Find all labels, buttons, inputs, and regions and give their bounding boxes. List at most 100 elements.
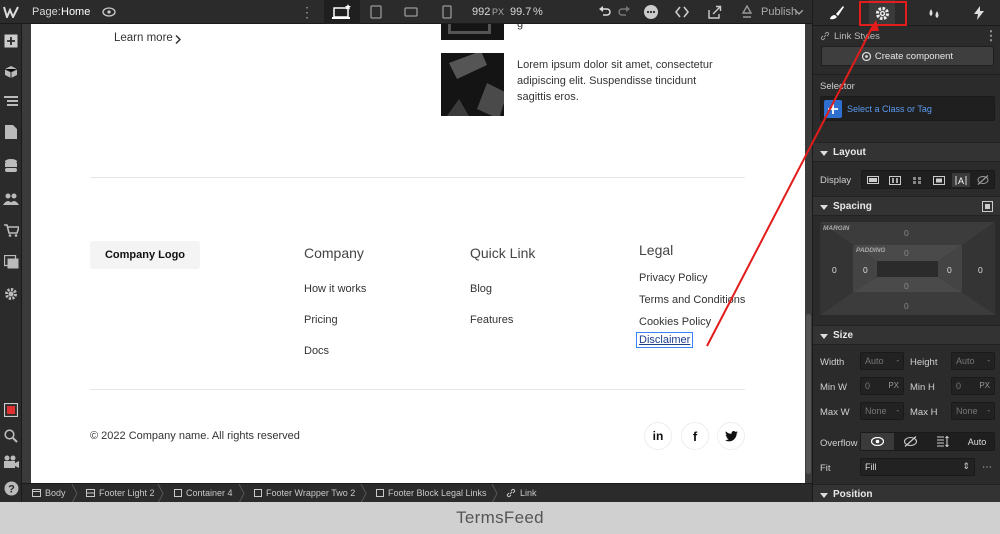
width-input[interactable]: Auto - [860,352,904,370]
footer-link-blog[interactable]: Blog [470,283,492,295]
assets-images-icon[interactable] [3,254,19,270]
footer-link-cookies-policy[interactable]: Cookies Policy [639,316,711,328]
publish-chevron-down-icon[interactable] [795,9,803,15]
min-height-unit: PX [979,381,990,390]
display-none-icon[interactable] [974,173,992,187]
settings-gear-icon[interactable] [3,286,19,302]
design-canvas[interactable]: Learn more g Lorem ipsum dolor sit amet,… [31,24,805,483]
link-styles-label[interactable]: Link Styles [834,31,880,42]
max-width-label: Max W [820,407,850,418]
linkedin-icon[interactable]: in [644,422,672,450]
footer-link-docs[interactable]: Docs [304,345,329,357]
style-manager-drops-icon[interactable] [921,0,947,26]
footer-link-privacy-policy[interactable]: Privacy Policy [639,272,707,284]
mobile-portrait-breakpoint-icon[interactable] [439,4,455,20]
display-grid-icon[interactable] [908,173,926,187]
undo-icon[interactable] [596,4,612,20]
display-block-icon[interactable] [864,173,882,187]
layout-section-header[interactable]: Layout [813,142,1000,162]
padding-right-value[interactable]: 0 [947,265,952,275]
padding-left-value[interactable]: 0 [863,265,868,275]
learn-more-link[interactable]: Learn more [114,32,173,44]
desktop-breakpoint-icon[interactable] [324,0,360,24]
facebook-icon[interactable]: f [681,422,709,450]
max-height-input[interactable]: None - [951,402,995,420]
spacing-expand-icon[interactable] [981,200,993,212]
footer-link-terms-and-conditions[interactable]: Terms and Conditions [639,294,745,306]
display-inline-icon[interactable]: A [952,173,970,187]
cms-database-icon[interactable] [3,158,19,174]
margin-bottom-value[interactable]: 0 [904,301,909,311]
panel-divider [813,74,1000,75]
search-icon[interactable] [3,428,19,444]
selector-input[interactable]: Select a Class or Tag [820,96,995,121]
footer-link-disclaimer[interactable]: Disclaimer [635,332,694,348]
preview-eye-icon[interactable] [101,4,117,20]
code-icon[interactable] [674,4,690,20]
mobile-landscape-breakpoint-icon[interactable] [403,4,419,20]
width-value: Auto [865,356,884,366]
more-options-icon[interactable]: ⋮ [985,28,998,43]
ecommerce-cart-icon[interactable] [3,222,19,238]
redo-icon[interactable] [616,4,632,20]
record-stop-icon[interactable] [3,402,19,418]
margin-right-value[interactable]: 0 [978,265,983,275]
help-question-icon[interactable]: ? [3,480,19,496]
fit-select[interactable]: Fill ⇕ [860,458,975,476]
canvas-width-value[interactable]: 992 [472,6,490,18]
interactions-lightning-icon[interactable] [966,0,992,26]
min-width-input[interactable]: 0 PX [860,377,904,395]
footer-link-features[interactable]: Features [470,314,513,326]
overflow-hidden-icon[interactable] [894,433,927,450]
overflow-label: Overflow [820,438,858,449]
publish-rocket-icon[interactable] [739,4,755,20]
pages-icon[interactable] [3,124,19,140]
blog-thumbnail-top [441,24,504,40]
padding-top-value[interactable]: 0 [904,248,909,258]
style-brush-icon[interactable] [823,0,849,26]
zoom-value[interactable]: 99.7 [510,6,531,18]
overflow-visible-eye-icon[interactable] [861,433,894,450]
symbols-cube-icon[interactable] [3,64,19,80]
termsfeed-watermark: TermsFeed [0,502,1000,534]
spacing-section-header[interactable]: Spacing [813,196,1000,216]
navigator-icon[interactable] [3,94,19,110]
tablet-breakpoint-icon[interactable] [368,4,384,20]
footer-link-how-it-works[interactable]: How it works [304,283,366,295]
display-flex-icon[interactable] [886,173,904,187]
webflow-logo-icon[interactable] [3,4,19,20]
create-component-button[interactable]: Create component [821,46,994,66]
fit-label: Fit [820,463,831,474]
display-inline-block-icon[interactable] [930,173,948,187]
canvas-scrollbar[interactable] [805,24,812,483]
margin-top-value[interactable]: 0 [904,228,909,238]
height-label: Height [910,357,938,368]
position-section-header[interactable]: Position [813,484,1000,502]
size-section-header[interactable]: Size [813,325,1000,345]
company-logo[interactable]: Company Logo [90,241,200,269]
add-element-icon[interactable] [3,33,19,49]
max-height-value: None [956,406,978,416]
overflow-scroll-icon[interactable] [927,433,960,450]
twitter-icon[interactable] [717,422,745,450]
margin-left-value[interactable]: 0 [832,265,837,275]
fit-more-options-icon[interactable]: ⋯ [981,461,993,473]
page-selector[interactable]: Home [61,6,90,18]
overflow-auto-button[interactable]: Auto [960,433,994,450]
users-icon[interactable] [3,191,19,207]
footer-heading-company: Company [304,245,364,261]
padding-bottom-value[interactable]: 0 [904,281,909,291]
publish-button[interactable]: Publish [761,6,797,18]
comments-icon[interactable] [643,4,659,20]
height-input[interactable]: Auto - [951,352,995,370]
max-width-input[interactable]: None - [860,402,904,420]
breadcrumb-separators [71,484,498,503]
top-toolbar: Page: Home ⋮ 992 PX 99.7 % Publish [0,0,812,24]
footer-link-pricing[interactable]: Pricing [304,314,338,326]
scrollbar-thumb[interactable] [806,314,811,474]
add-class-plus-icon[interactable] [824,100,842,118]
more-options-icon[interactable]: ⋮ [300,4,314,20]
video-tutorials-icon[interactable] [3,453,19,469]
export-icon[interactable] [706,4,722,20]
min-height-input[interactable]: 0 PX [951,377,995,395]
